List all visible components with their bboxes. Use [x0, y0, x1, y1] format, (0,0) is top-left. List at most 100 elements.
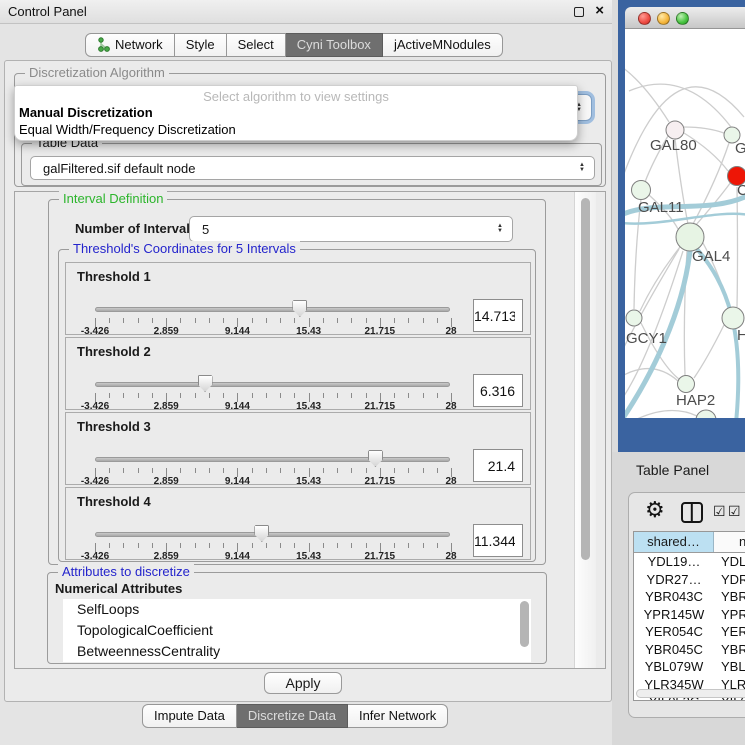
tick-label: 15.43	[296, 401, 321, 412]
network-node[interactable]	[678, 376, 695, 393]
threshold-coordinates-group: Threshold's Coordinates for 5 Intervals …	[58, 249, 536, 562]
discretization-algorithm-title: Discretization Algorithm	[25, 65, 169, 80]
bottom-tab-infer-network[interactable]: Infer Network	[348, 704, 448, 728]
network-node[interactable]	[632, 181, 651, 200]
cyni-toolbox-content: Discretization Algorithm ▲▼ Select algor…	[4, 60, 612, 702]
threshold-value-input[interactable]	[473, 449, 523, 482]
horizontal-scrollbar[interactable]	[636, 689, 745, 698]
slider-thumb[interactable]	[368, 450, 383, 467]
table-panel-title: Table Panel	[636, 462, 709, 478]
bottom-tab-impute-data[interactable]: Impute Data	[142, 704, 237, 728]
threshold-value-input[interactable]	[473, 374, 523, 407]
attribute-list-item[interactable]: SelfLoops	[63, 599, 531, 620]
table-row[interactable]: YPR145WYPR1	[634, 606, 745, 624]
gear-icon[interactable]: ⚙	[645, 497, 665, 523]
threshold-value-input[interactable]	[473, 524, 523, 557]
cell-name: YPR1	[714, 606, 745, 624]
slider-track[interactable]	[95, 307, 450, 312]
minimize-traffic-light[interactable]	[657, 12, 670, 25]
combo-arrows-icon: ▲▼	[579, 163, 585, 173]
bottom-tab-discretize-data[interactable]: Discretize Data	[237, 704, 348, 728]
table-row[interactable]: YBR045CYBR0	[634, 641, 745, 659]
tab-style[interactable]: Style	[175, 33, 227, 57]
bottom-tab-bar: Impute Data Discretize Data Infer Network	[142, 704, 448, 728]
tab-network[interactable]: Network	[85, 33, 175, 57]
table-data-combo-value: galFiltered.sif default node	[43, 161, 195, 176]
tick-mark	[394, 318, 395, 323]
network-node[interactable]	[676, 223, 704, 251]
tick-mark	[408, 468, 409, 473]
tab-select[interactable]: Select	[227, 33, 286, 57]
tick-label: 2.859	[154, 401, 179, 412]
tick-mark	[337, 318, 338, 323]
bottom-tab-label: Infer Network	[359, 708, 436, 723]
threshold-row: Threshold 3 -3.4262.8599.14415.4321.7152…	[65, 412, 531, 485]
tick-label: 2.859	[154, 476, 179, 487]
tick-mark	[408, 318, 409, 323]
close-traffic-light[interactable]	[638, 12, 651, 25]
checkbox-icon[interactable]: ☑	[728, 503, 741, 520]
attribute-list-item[interactable]: BetweennessCentrality	[63, 641, 531, 662]
network-node[interactable]	[722, 307, 744, 329]
apply-button[interactable]: Apply	[264, 672, 342, 694]
tick-label: 15.43	[296, 326, 321, 337]
tick-mark	[294, 543, 295, 548]
node-label: GAL4	[692, 248, 730, 265]
tab-jactivemnodules[interactable]: jActiveMNodules	[383, 33, 503, 57]
tick-mark	[109, 393, 110, 398]
network-node[interactable]	[696, 410, 716, 418]
cell-name: YBL0	[714, 658, 745, 676]
node-label: GAL80	[650, 137, 697, 154]
tick-mark	[195, 393, 196, 398]
cell-shared-name: YPR145W	[634, 606, 714, 624]
slider-thumb[interactable]	[292, 300, 307, 317]
dropdown-option[interactable]: Manual Discretization	[18, 104, 574, 121]
table-row[interactable]: YER054CYER0	[634, 623, 745, 641]
tab-cyni-toolbox[interactable]: Cyni Toolbox	[286, 33, 383, 57]
slider-track[interactable]	[95, 382, 450, 387]
panel-title: Control Panel	[8, 4, 87, 19]
bottom-tab-label: Impute Data	[154, 708, 225, 723]
threshold-value-input[interactable]	[473, 299, 523, 332]
tick-mark	[223, 543, 224, 548]
float-window-icon[interactable]	[574, 7, 584, 17]
tick-mark	[423, 318, 424, 323]
tick-label: 2.859	[154, 326, 179, 337]
table-row[interactable]: YDR27…YDR2	[634, 571, 745, 589]
tick-mark	[223, 393, 224, 398]
network-canvas[interactable]: GAL80GACGAL11GAL4GCY1HHAP2	[625, 29, 745, 418]
table-row[interactable]: YBR043CYBR0	[634, 588, 745, 606]
vertical-scrollbar-track[interactable]	[574, 192, 596, 668]
control-panel-titlebar[interactable]: Control Panel ×	[0, 0, 612, 24]
slider-track[interactable]	[95, 532, 450, 537]
network-node[interactable]	[626, 310, 642, 326]
vertical-scrollbar-thumb[interactable]	[581, 198, 590, 560]
column-header-shared-name[interactable]: shared…	[634, 532, 714, 552]
tick-mark	[366, 543, 367, 548]
slider-thumb[interactable]	[254, 525, 269, 542]
column-header-name[interactable]: na	[714, 532, 745, 552]
tick-mark	[280, 393, 281, 398]
tick-mark	[209, 543, 210, 548]
zoom-traffic-light[interactable]	[676, 12, 689, 25]
slider-track[interactable]	[95, 457, 450, 462]
cell-name: YBR0	[714, 588, 745, 606]
checkbox-icon[interactable]: ☑	[713, 503, 726, 520]
table-row[interactable]: YBL079WYBL0	[634, 658, 745, 676]
dropdown-option[interactable]: Equal Width/Frequency Discretization	[18, 121, 574, 138]
close-icon[interactable]: ×	[595, 2, 604, 19]
tick-mark	[437, 393, 438, 398]
attributes-group: Attributes to discretize Numerical Attri…	[47, 572, 547, 664]
table-data-combo[interactable]: galFiltered.sif default node ▲▼	[30, 156, 595, 180]
tick-label: 21.715	[365, 476, 396, 487]
tick-mark	[394, 468, 395, 473]
table-row[interactable]: YDL19…YDL1	[634, 553, 745, 571]
number-of-intervals-spinner[interactable]: 5 ▲▼	[189, 216, 513, 242]
attribute-list-item[interactable]: TopologicalCoefficient	[63, 620, 531, 641]
network-window-titlebar[interactable]	[625, 7, 745, 29]
table-panel-card: ⚙ ☑ ☑ shared… na YDL19…YDL1YDR27…YDR2YBR…	[628, 492, 745, 718]
column-layout-icon[interactable]	[681, 502, 703, 523]
tick-mark	[180, 393, 181, 398]
slider-thumb[interactable]	[198, 375, 213, 392]
list-scrollbar[interactable]	[520, 601, 529, 647]
